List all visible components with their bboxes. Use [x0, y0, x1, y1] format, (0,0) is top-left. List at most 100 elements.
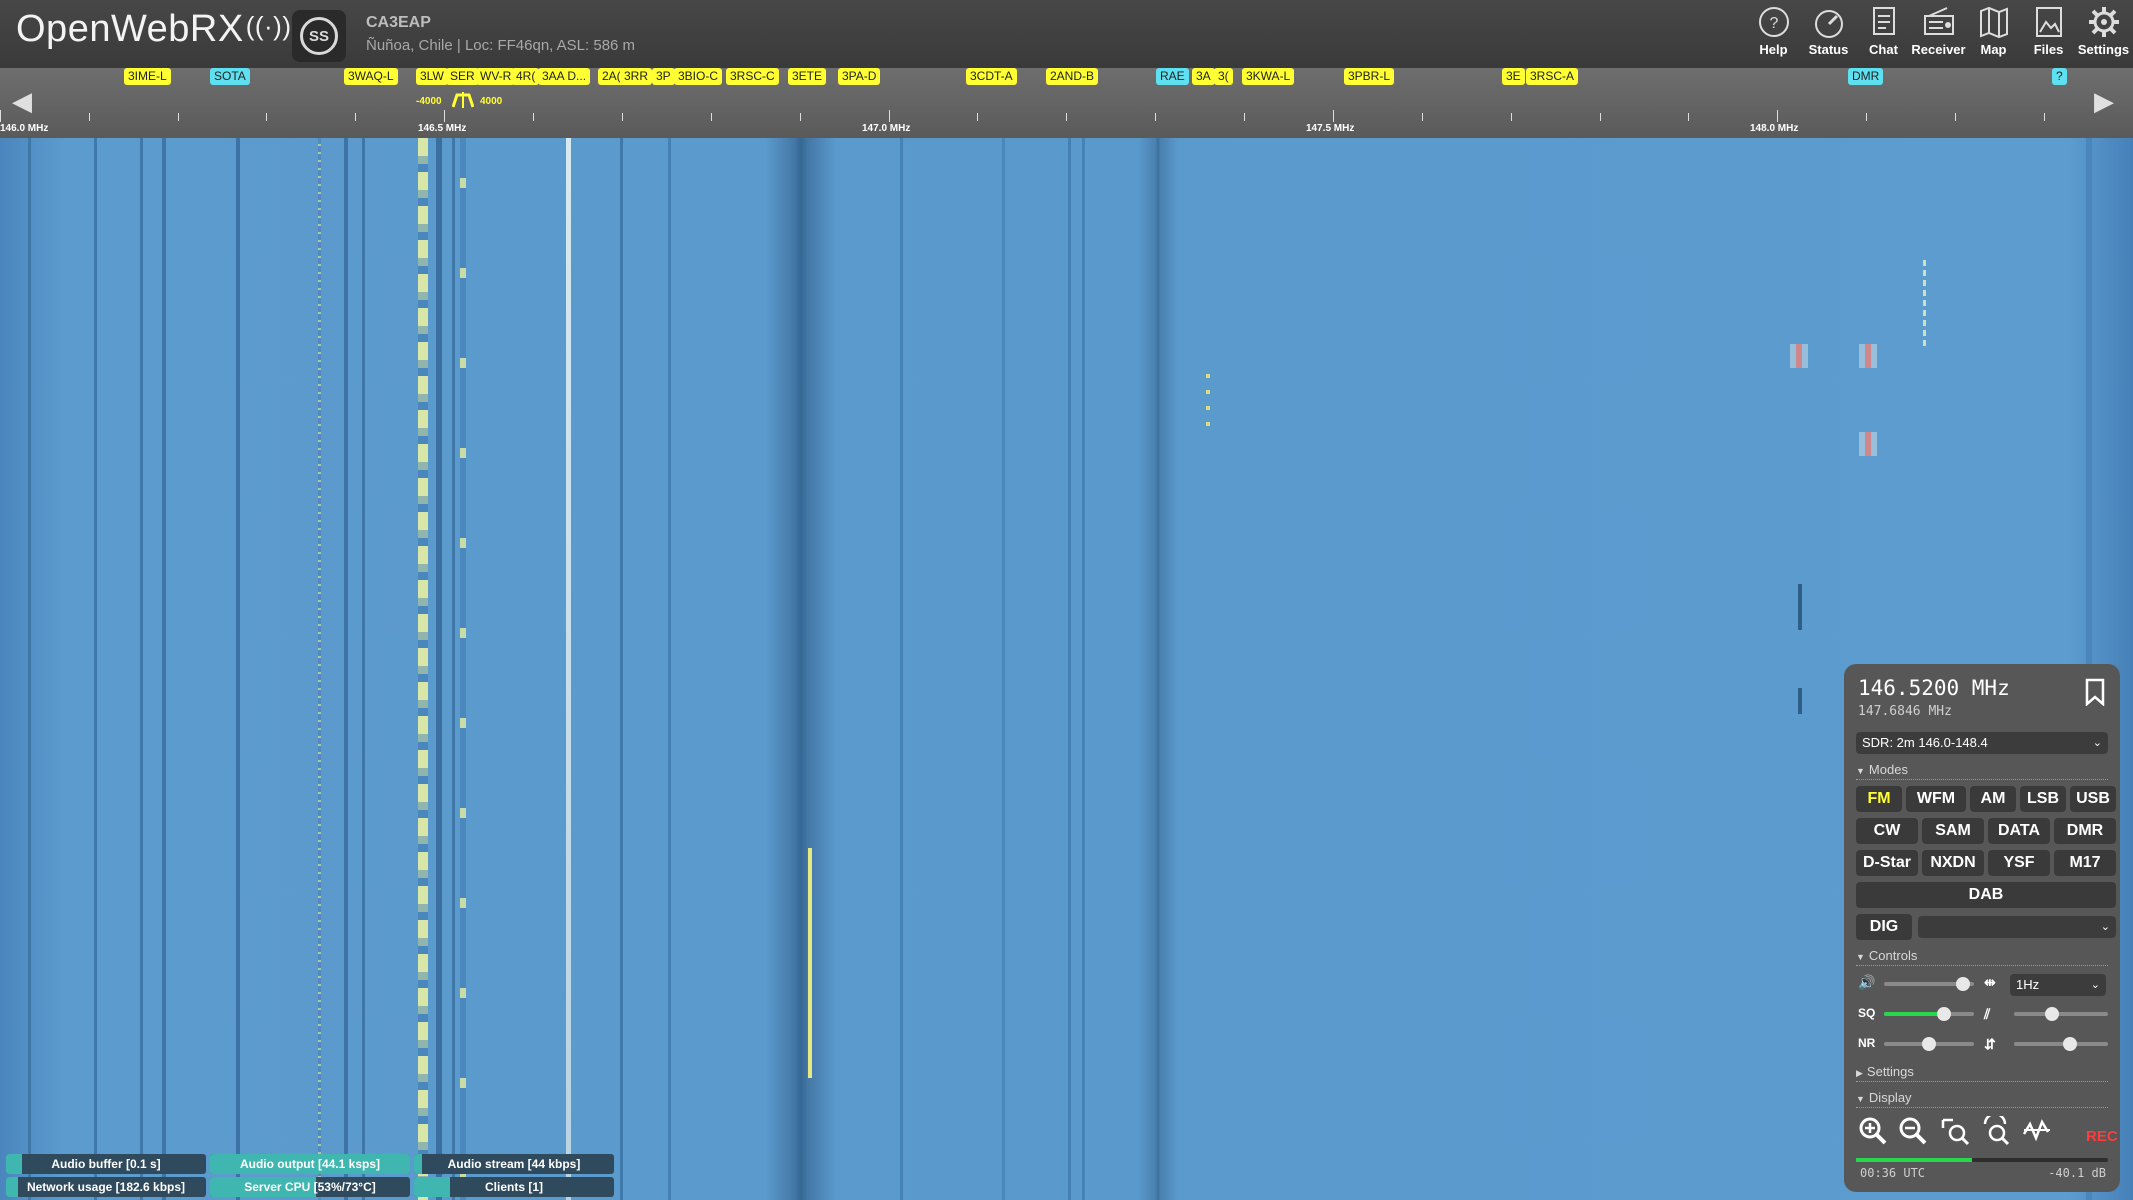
bookmark[interactable]: 4R(	[512, 68, 540, 85]
volume-icon[interactable]: 🔊	[1858, 974, 1875, 991]
bookmark[interactable]: 3RSC-C	[726, 68, 779, 85]
openwebrx-logo[interactable]: OpenWebRX((·))	[16, 8, 292, 51]
signal-trace	[1798, 584, 1802, 630]
bookmark[interactable]: 3PA-D	[838, 68, 881, 85]
scale-tick	[1777, 110, 1778, 122]
bookmark[interactable]: 3E	[1502, 68, 1525, 85]
bookmark[interactable]: ?	[2052, 68, 2067, 85]
bookmark[interactable]: WV-R	[476, 68, 516, 85]
slider-knob[interactable]	[1922, 1037, 1936, 1051]
noise-blanker-icon[interactable]: ⇵	[1984, 1036, 1996, 1053]
slider-knob[interactable]	[2044, 1007, 2059, 1021]
files-icon	[2035, 7, 2062, 37]
bookmark[interactable]: 3A	[1192, 68, 1215, 85]
bookmark[interactable]: 2AND-B	[1046, 68, 1099, 85]
map-button[interactable]: Map	[1966, 4, 2021, 64]
scale-tick	[977, 113, 978, 121]
squelch-width-icon[interactable]: ⇹	[1984, 974, 1996, 991]
chat-button[interactable]: Chat	[1856, 4, 1911, 64]
mode-nxdn-button[interactable]: NXDN	[1922, 850, 1984, 876]
mode-dstar-button[interactable]: D-Star	[1856, 850, 1918, 876]
bookmark[interactable]: 3CDT-A	[966, 68, 1017, 85]
waterfall-display[interactable]	[0, 138, 2133, 1200]
volume-slider[interactable]	[1884, 977, 1974, 991]
sdr-profile-select[interactable]: SDR: 2m 146.0-148.4 ⌄	[1856, 732, 2108, 754]
bookmark[interactable]: 3BIO-C	[674, 68, 723, 85]
scroll-right-arrow-icon[interactable]: ▶	[2094, 86, 2114, 117]
bookmark[interactable]: DMR	[1848, 68, 1884, 85]
bookmark[interactable]: 3AA D...	[538, 68, 591, 85]
help-button[interactable]: ? Help	[1746, 4, 1801, 64]
bookmark[interactable]: 3(	[1214, 68, 1233, 85]
mode-wfm-button[interactable]: WFM	[1906, 786, 1966, 812]
files-button[interactable]: Files	[2021, 4, 2076, 64]
bookmark[interactable]: 3IME-L	[124, 68, 171, 85]
mode-cw-button[interactable]: CW	[1856, 818, 1918, 844]
zoom-in-icon[interactable]	[1858, 1116, 1888, 1146]
controls-section-header[interactable]: ▼ Controls	[1856, 948, 2108, 966]
mode-dab-button[interactable]: DAB	[1856, 882, 2116, 908]
digital-mode-select[interactable]: ⌄	[1918, 916, 2116, 938]
zoom-reset-icon[interactable]	[1980, 1116, 2010, 1146]
passband-filter-icon[interactable]	[452, 92, 474, 108]
zoom-to-band-icon[interactable]	[1940, 1116, 1970, 1146]
active-signal-trace	[808, 848, 812, 1078]
noise-blanker-slider[interactable]	[2014, 1037, 2108, 1051]
svg-text:?: ?	[1769, 15, 1778, 32]
slider-fill	[1884, 1012, 1945, 1016]
bookmark[interactable]: 3RR	[620, 68, 653, 85]
signal-trace	[94, 138, 97, 1200]
slider-knob[interactable]	[1956, 977, 1971, 991]
bookmark[interactable]: SER	[446, 68, 479, 85]
mode-sam-button[interactable]: SAM	[1922, 818, 1984, 844]
slider-knob[interactable]	[2063, 1037, 2078, 1051]
auto-adjust-waterfall-icon[interactable]	[2022, 1116, 2052, 1146]
mode-data-button[interactable]: DATA	[1988, 818, 2050, 844]
bookmark[interactable]: 3WAQ-L	[344, 68, 398, 85]
mode-fm-button[interactable]: FM	[1856, 786, 1902, 812]
mode-dmr-button[interactable]: DMR	[2054, 818, 2116, 844]
mode-usb-button[interactable]: USB	[2070, 786, 2116, 812]
signal-trace	[318, 138, 321, 1200]
dig-button[interactable]: DIG	[1856, 914, 1912, 940]
settings-section-header[interactable]: ▶ Settings	[1856, 1064, 2108, 1082]
slider-knob[interactable]	[1937, 1007, 1952, 1021]
scroll-left-arrow-icon[interactable]: ◀	[12, 86, 32, 117]
settings-button[interactable]: Settings	[2076, 4, 2131, 64]
bookmark[interactable]: 3KWA-L	[1242, 68, 1295, 85]
dmr-burst-halo	[1859, 344, 1877, 368]
bookmark-icon[interactable]	[2084, 678, 2106, 706]
signal-trace	[620, 138, 623, 1200]
bookmark[interactable]: 3LW	[416, 68, 448, 85]
noise-band	[1138, 138, 1178, 1200]
chevron-down-icon: ⌄	[2090, 979, 2100, 991]
bookmark[interactable]: 3ETE	[788, 68, 827, 85]
bookmark[interactable]: 3PBR-L	[1344, 68, 1395, 85]
display-section-header[interactable]: ▼ Display	[1856, 1090, 2108, 1108]
record-button[interactable]: REC	[2086, 1128, 2118, 1145]
noise-reduction-slider[interactable]	[1884, 1037, 1974, 1051]
bookmark[interactable]: SOTA	[210, 68, 250, 85]
bookmark[interactable]: RAE	[1156, 68, 1189, 85]
bookmark[interactable]: 3RSC-A	[1526, 68, 1579, 85]
signal-trace	[1798, 688, 1802, 714]
mode-m17-button[interactable]: M17	[2054, 850, 2116, 876]
collapse-triangle-icon: ▼	[1856, 1094, 1865, 1104]
mode-am-button[interactable]: AM	[1970, 786, 2016, 812]
expand-triangle-icon: ▶	[1856, 1068, 1863, 1078]
scale-tick	[711, 113, 712, 121]
squelch-slider[interactable]	[1884, 1007, 1974, 1021]
modes-section-header[interactable]: ▼ Modes	[1856, 762, 2108, 780]
tuned-frequency[interactable]: 146.5200 MHz	[1858, 676, 2010, 700]
gain-slider[interactable]	[2014, 1007, 2108, 1021]
receiver-button[interactable]: Receiver	[1911, 4, 1966, 64]
bookmark[interactable]: 3P	[652, 68, 675, 85]
tuning-step-select[interactable]: 1Hz ⌄	[2010, 974, 2106, 996]
auto-gain-icon[interactable]: ⫽	[1984, 1006, 1990, 1023]
status-button[interactable]: Status	[1801, 4, 1856, 64]
zoom-out-icon[interactable]	[1898, 1116, 1928, 1146]
mode-lsb-button[interactable]: LSB	[2020, 786, 2066, 812]
meter-fill	[414, 1154, 422, 1174]
mode-ysf-button[interactable]: YSF	[1988, 850, 2050, 876]
frequency-scale[interactable]: 3IME-L SOTA 3WAQ-L 3LW SER WV-R 4R( 3AA …	[0, 68, 2133, 138]
